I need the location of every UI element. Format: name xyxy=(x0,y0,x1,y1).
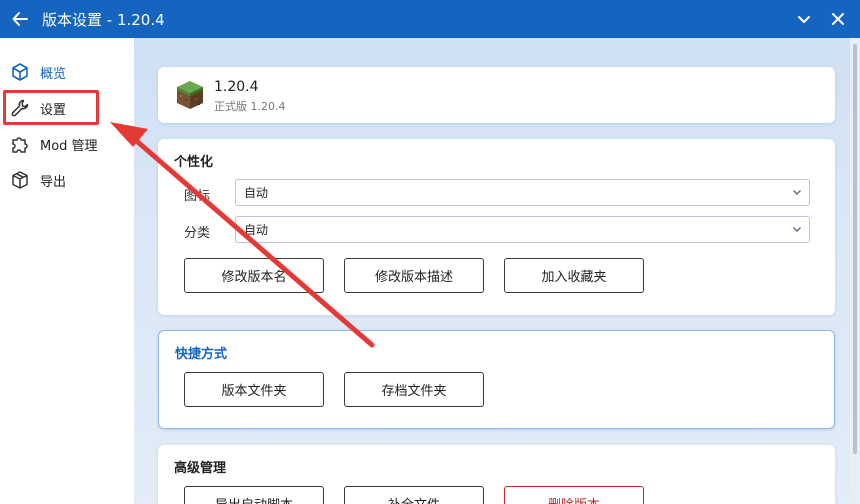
version-subtitle: 正式版 1.20.4 xyxy=(214,100,286,113)
close-button[interactable] xyxy=(828,9,848,29)
section-title: 高级管理 xyxy=(174,461,227,476)
sidebar-item-label: Mod 管理 xyxy=(40,138,98,154)
icon-select[interactable]: 自动 xyxy=(235,179,810,206)
sidebar-item-label: 导出 xyxy=(40,174,67,190)
saves-folder-button[interactable]: 存档文件夹 xyxy=(344,372,484,407)
chevron-down-icon xyxy=(793,190,801,195)
cube-outline-icon xyxy=(9,61,31,83)
grass-block-icon xyxy=(177,81,203,109)
section-title: 个性化 xyxy=(174,155,214,170)
box-icon xyxy=(9,169,31,191)
version-folder-button[interactable]: 版本文件夹 xyxy=(184,372,324,407)
add-favorite-button[interactable]: 加入收藏夹 xyxy=(504,258,644,293)
title-bar: 版本设置 - 1.20.4 xyxy=(0,0,860,38)
highlight-box xyxy=(3,90,99,125)
complete-files-button[interactable]: 补全文件 xyxy=(344,486,484,504)
edit-description-button[interactable]: 修改版本描述 xyxy=(344,258,484,293)
version-name: 1.20.4 xyxy=(214,79,259,95)
sidebar-item-mod-management[interactable]: Mod 管理 xyxy=(0,127,134,161)
minimize-button[interactable] xyxy=(794,9,814,29)
puzzle-icon xyxy=(9,133,31,155)
version-card: 1.20.4 正式版 1.20.4 xyxy=(158,67,835,123)
category-label: 分类 xyxy=(184,226,211,241)
category-select-value: 自动 xyxy=(244,223,269,237)
main-content: 1.20.4 正式版 1.20.4 个性化 图标 自动 分类 自动 修改版本名 … xyxy=(134,38,850,504)
close-icon xyxy=(832,13,844,25)
back-button[interactable] xyxy=(0,0,40,38)
section-title: 快捷方式 xyxy=(175,347,228,362)
rename-version-button[interactable]: 修改版本名 xyxy=(184,258,324,293)
sidebar-item-export[interactable]: 导出 xyxy=(0,163,134,197)
chevron-down-icon xyxy=(798,16,810,23)
scrollbar[interactable] xyxy=(850,38,860,504)
export-script-button[interactable]: 导出启动脚本 xyxy=(184,486,324,504)
icon-label: 图标 xyxy=(184,189,211,204)
chevron-down-icon xyxy=(793,227,801,232)
advanced-card: 高级管理 导出启动脚本 补全文件 删除版本 xyxy=(158,445,835,504)
window-title: 版本设置 - 1.20.4 xyxy=(42,10,165,29)
delete-version-button[interactable]: 删除版本 xyxy=(504,486,644,504)
sidebar-item-overview[interactable]: 概览 xyxy=(0,55,134,89)
sidebar-item-label: 概览 xyxy=(40,66,67,82)
icon-select-value: 自动 xyxy=(244,186,269,200)
scrollbar-thumb[interactable] xyxy=(853,44,857,454)
category-select[interactable]: 自动 xyxy=(235,216,810,243)
personalize-card: 个性化 图标 自动 分类 自动 修改版本名 修改版本描述 加入收藏夹 xyxy=(158,139,835,315)
arrow-left-icon xyxy=(12,12,28,26)
shortcuts-card: 快捷方式 版本文件夹 存档文件夹 xyxy=(158,330,835,429)
